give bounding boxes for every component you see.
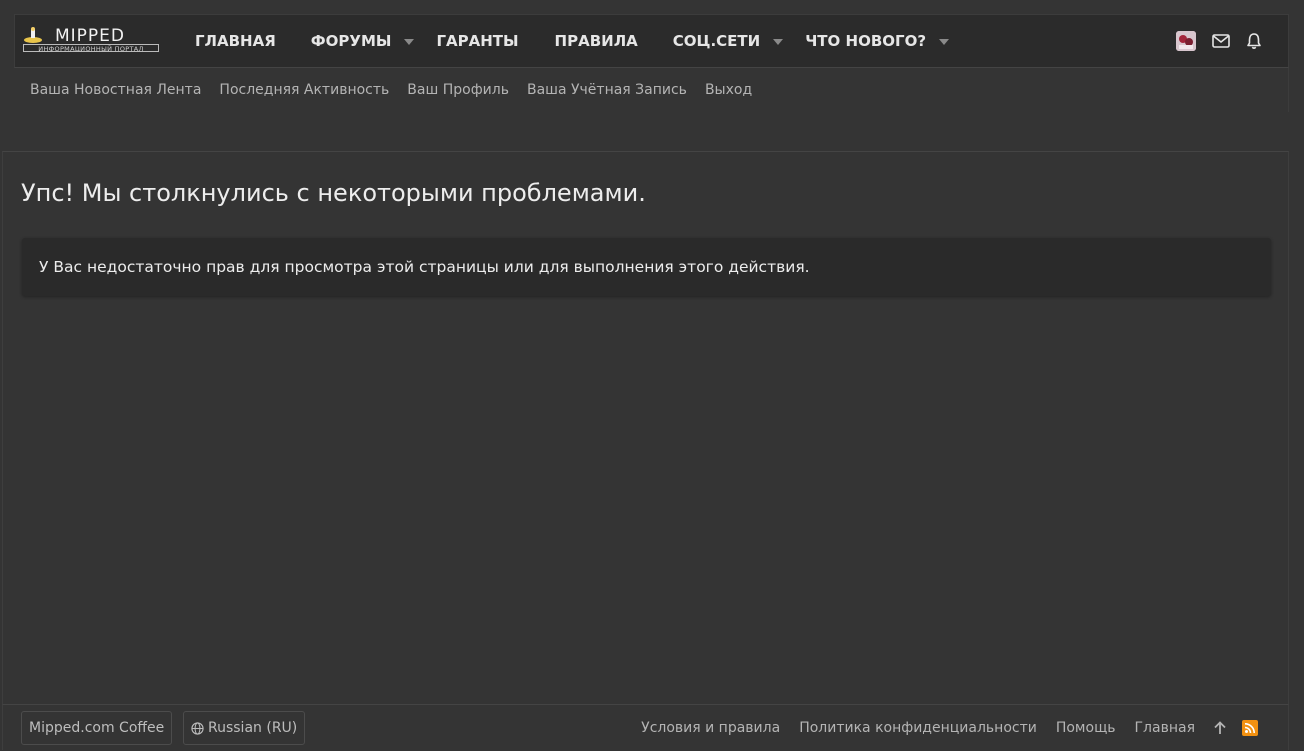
nav-item-social[interactable]: СОЦ.СЕТИ bbox=[672, 15, 784, 67]
rss-glyph bbox=[1244, 723, 1255, 734]
nav-item-label: ЧТО НОВОГО? bbox=[805, 32, 927, 50]
nav-item-guarantors[interactable]: ГАРАНТЫ bbox=[436, 15, 518, 67]
nav-item-whats-new[interactable]: ЧТО НОВОГО? bbox=[805, 15, 950, 67]
main-nav: ГЛАВНАЯ ФОРУМЫ ГАРАНТЫ ПРАВИЛА СОЦ.СЕТИ … bbox=[195, 15, 950, 67]
nav-item-label: СОЦ.СЕТИ bbox=[672, 32, 761, 50]
nav-item-label: ГАРАНТЫ bbox=[436, 32, 519, 50]
error-message: У Вас недостаточно прав для просмотра эт… bbox=[39, 258, 810, 276]
site-logo[interactable]: MIPPED ИНФОРМАЦИОННЫЙ ПОРТАЛ bbox=[21, 26, 159, 54]
logo-subtitle: ИНФОРМАЦИОННЫЙ ПОРТАЛ bbox=[23, 44, 159, 52]
style-chooser-button[interactable]: Mipped.com Coffee bbox=[21, 711, 173, 745]
nav-item-label: ГЛАВНАЯ bbox=[195, 32, 276, 50]
globe-icon bbox=[191, 721, 204, 735]
account-subnav: Ваша Новостная Лента Последняя Активност… bbox=[14, 68, 1289, 112]
envelope-icon[interactable] bbox=[1212, 33, 1230, 49]
footer-link-home[interactable]: Главная bbox=[1135, 720, 1195, 736]
footer-links: Условия и правила Политика конфиденциаль… bbox=[622, 705, 1258, 751]
nav-item-home[interactable]: ГЛАВНАЯ bbox=[195, 15, 276, 67]
user-icons bbox=[1176, 15, 1262, 67]
footer-link-privacy[interactable]: Политика конфиденциальности bbox=[799, 720, 1037, 736]
nav-item-label: ПРАВИЛА bbox=[554, 32, 638, 50]
avatar-image bbox=[1176, 31, 1196, 51]
chevron-down-icon[interactable] bbox=[773, 39, 784, 45]
footer: Mipped.com Coffee Russian (RU) Условия и… bbox=[2, 704, 1289, 750]
page-title: Упс! Мы столкнулись с некоторыми проблем… bbox=[21, 179, 646, 207]
language-chooser-button[interactable]: Russian (RU) bbox=[183, 711, 306, 745]
footer-link-terms[interactable]: Условия и правила bbox=[641, 720, 780, 736]
top-navigation-bar: MIPPED ИНФОРМАЦИОННЫЙ ПОРТАЛ ГЛАВНАЯ ФОР… bbox=[14, 14, 1289, 68]
nav-item-forums[interactable]: ФОРУМЫ bbox=[311, 15, 415, 67]
chevron-down-icon[interactable] bbox=[939, 39, 950, 45]
style-chooser-label: Mipped.com Coffee bbox=[29, 720, 165, 736]
logo-title: MIPPED bbox=[55, 26, 126, 46]
subnav-item-logout[interactable]: Выход bbox=[705, 82, 752, 98]
nav-item-label: ФОРУМЫ bbox=[310, 32, 392, 50]
nav-item-rules[interactable]: ПРАВИЛА bbox=[555, 15, 638, 67]
subnav-item-latest-activity[interactable]: Последняя Активность bbox=[219, 82, 389, 98]
main-content: Упс! Мы столкнулись с некоторыми проблем… bbox=[2, 151, 1289, 704]
language-chooser-label: Russian (RU) bbox=[208, 720, 298, 736]
subnav-item-profile[interactable]: Ваш Профиль bbox=[407, 82, 509, 98]
subnav-item-account[interactable]: Ваша Учётная Запись bbox=[527, 82, 687, 98]
subnav-item-news-feed[interactable]: Ваша Новостная Лента bbox=[30, 82, 201, 98]
arrow-up-icon[interactable] bbox=[1213, 720, 1227, 736]
chevron-down-icon[interactable] bbox=[404, 39, 415, 45]
rss-icon[interactable] bbox=[1242, 720, 1258, 736]
avatar[interactable] bbox=[1176, 31, 1196, 51]
footer-link-help[interactable]: Помощь bbox=[1056, 720, 1116, 736]
logo-mark-icon bbox=[24, 27, 42, 43]
bell-icon[interactable] bbox=[1246, 32, 1262, 50]
error-notice: У Вас недостаточно прав для просмотра эт… bbox=[22, 238, 1271, 296]
